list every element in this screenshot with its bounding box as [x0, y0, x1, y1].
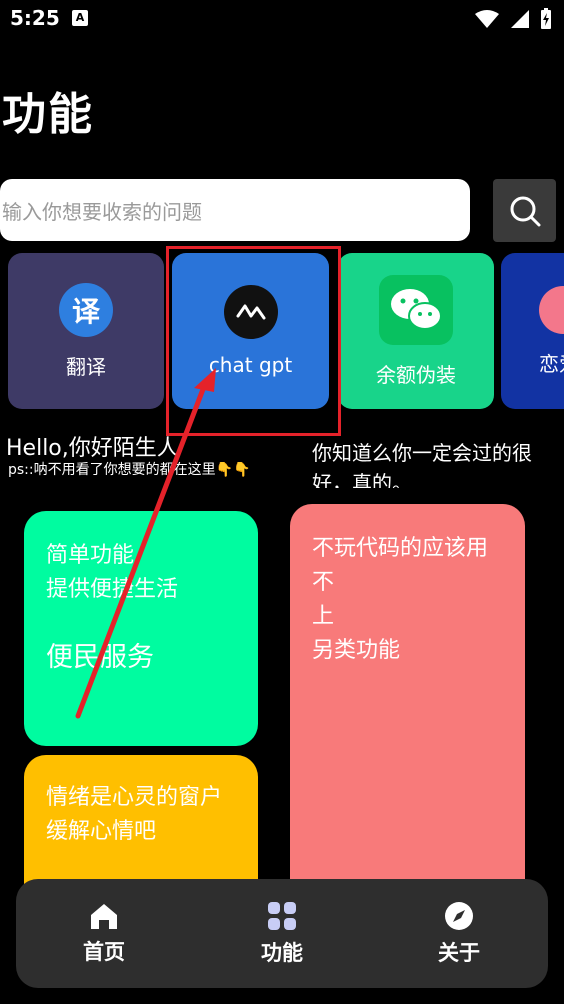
- card-balance-disguise-label: 余额伪装: [376, 362, 456, 387]
- tile-mood-line1: 情绪是心灵的窗户: [46, 785, 223, 810]
- notification-a-icon: A: [72, 10, 88, 26]
- system-icons: [474, 8, 552, 30]
- tile-simple-line1: 简单功能: [46, 543, 135, 568]
- tile-simple-line2: 提供便捷生活: [46, 577, 179, 602]
- card-love-label: 恋爱: [539, 351, 564, 376]
- tile-pink-line1: 不玩代码的应该用不: [312, 536, 489, 595]
- tile-pink-line3: 另类功能: [312, 638, 401, 663]
- wechat-icon: [379, 274, 453, 345]
- hello-text: Hello,你好陌生人: [6, 436, 179, 461]
- nav-features-label: 功能: [261, 940, 303, 965]
- ps-text: ps::呐不用看了你想要的都在这里👇👇: [8, 462, 251, 478]
- nav-about[interactable]: 关于: [394, 879, 524, 988]
- page-title: 功能: [2, 89, 94, 140]
- wifi-icon: [475, 10, 499, 28]
- tile-mood[interactable]: 情绪是心灵的窗户 缓解心情吧: [24, 755, 258, 885]
- nav-home[interactable]: 首页: [39, 879, 169, 988]
- tile-simple-title: 便民服务: [46, 642, 154, 673]
- tile-convenience-service[interactable]: 简单功能 提供便捷生活 便民服务: [24, 511, 258, 746]
- compass-icon: [445, 901, 473, 930]
- love-icon: [539, 285, 564, 334]
- nav-features[interactable]: 功能: [217, 879, 347, 988]
- grid-icon: [268, 901, 296, 930]
- know-text: 你知道么你一定会过的很好，真的。: [312, 441, 532, 488]
- card-translate[interactable]: 译 翻译: [8, 253, 164, 409]
- signal-icon: [511, 10, 529, 28]
- highlight-box: [166, 246, 341, 436]
- card-balance-disguise[interactable]: 余额伪装: [338, 253, 494, 409]
- tile-mood-line2: 缓解心情吧: [46, 819, 157, 844]
- card-love[interactable]: 恋爱: [501, 253, 564, 409]
- nav-about-label: 关于: [438, 940, 480, 965]
- battery-icon: [541, 8, 551, 29]
- status-bar: 5:25 A: [0, 0, 564, 40]
- tile-alternative-features[interactable]: 不玩代码的应该用不 上 另类功能: [290, 504, 525, 884]
- search-button[interactable]: [493, 179, 556, 242]
- search-placeholder: 输入你想要收索的问题: [2, 199, 202, 224]
- translate-icon: 译: [59, 282, 113, 337]
- nav-home-label: 首页: [83, 939, 125, 964]
- search-icon: [510, 196, 540, 226]
- tile-pink-line2: 上: [312, 604, 335, 629]
- card-translate-label: 翻译: [66, 354, 106, 379]
- bottom-nav: 首页 功能 关于: [16, 879, 548, 988]
- home-icon: [91, 903, 117, 929]
- status-time: 5:25: [10, 6, 60, 30]
- search-input[interactable]: 输入你想要收索的问题: [0, 179, 470, 241]
